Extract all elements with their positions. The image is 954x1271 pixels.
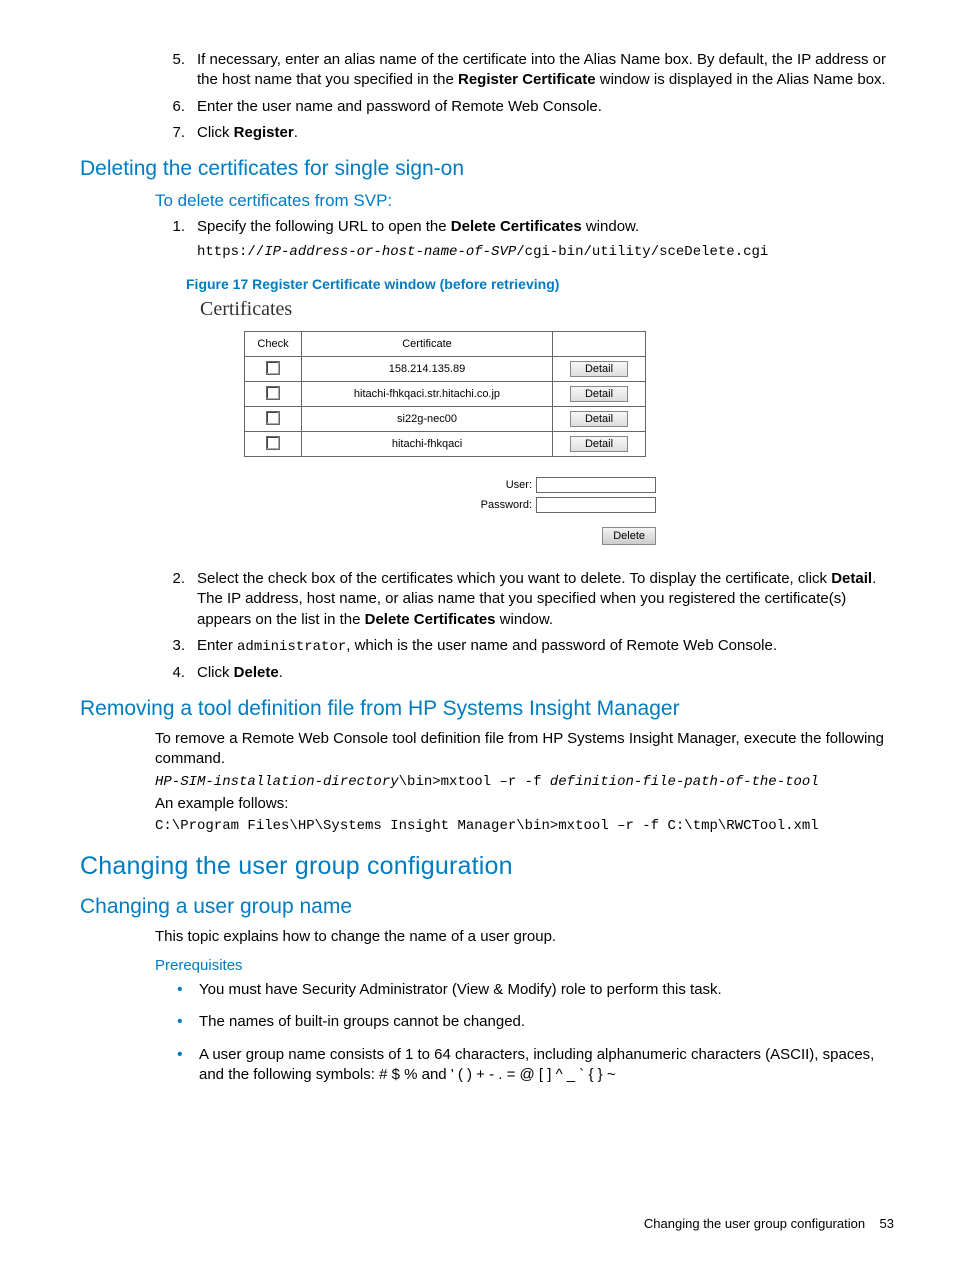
document-page: 5. If necessary, enter an alias name of … bbox=[0, 0, 954, 1271]
list-item: • The names of built-in groups cannot be… bbox=[177, 1012, 894, 1032]
list-item: • A user group name consists of 1 to 64 … bbox=[177, 1045, 894, 1086]
list-number: 4. bbox=[155, 663, 197, 683]
certificates-table: Check Certificate 158.214.135.89 Detail … bbox=[244, 331, 646, 457]
page-number: 53 bbox=[880, 1216, 894, 1231]
delete-button-row: Delete bbox=[244, 527, 656, 545]
detail-button[interactable]: Detail bbox=[570, 436, 628, 452]
bullet-text: A user group name consists of 1 to 64 ch… bbox=[199, 1045, 894, 1086]
removing-intro: To remove a Remote Web Console tool defi… bbox=[155, 729, 894, 770]
cert-cell: hitachi-fhkqaci bbox=[302, 432, 553, 457]
list-item: 1. Specify the following URL to open the… bbox=[155, 217, 894, 262]
bullet-text: You must have Security Administrator (Vi… bbox=[199, 980, 722, 1000]
detail-button[interactable]: Detail bbox=[570, 386, 628, 402]
subheading-delete-from-svp: To delete certificates from SVP: bbox=[155, 191, 894, 211]
detail-button[interactable]: Detail bbox=[570, 411, 628, 427]
header-certificate: Certificate bbox=[302, 332, 553, 357]
prerequisites-list: • You must have Security Administrator (… bbox=[177, 980, 894, 1085]
bullet-icon: • bbox=[177, 980, 199, 1000]
cert-cell: 158.214.135.89 bbox=[302, 357, 553, 382]
bullet-text: The names of built-in groups cannot be c… bbox=[199, 1012, 525, 1032]
mono-text: administrator bbox=[237, 639, 346, 655]
password-label: Password: bbox=[481, 499, 532, 511]
heading-removing-tool: Removing a tool definition file from HP … bbox=[80, 697, 894, 721]
header-detail bbox=[553, 332, 646, 357]
bullet-icon: • bbox=[177, 1045, 199, 1086]
list-body: Enter administrator, which is the user n… bbox=[197, 636, 894, 657]
example-command: C:\Program Files\HP\Systems Insight Mana… bbox=[155, 818, 894, 834]
checkbox[interactable] bbox=[266, 386, 280, 400]
detail-button[interactable]: Detail bbox=[570, 361, 628, 377]
checkbox[interactable] bbox=[266, 411, 280, 425]
bold-text: Delete Certificates bbox=[365, 611, 496, 628]
list-body: Enter the user name and password of Remo… bbox=[197, 97, 894, 117]
command-template: HP-SIM-installation-directory\bin>mxtool… bbox=[155, 774, 894, 790]
list-body: If necessary, enter an alias name of the… bbox=[197, 50, 894, 91]
bold-text: Detail bbox=[831, 570, 872, 587]
user-input[interactable] bbox=[536, 477, 656, 493]
page-footer: Changing the user group configuration 53 bbox=[644, 1216, 894, 1231]
password-row: Password: bbox=[244, 497, 656, 513]
heading-changing-name: Changing a user group name bbox=[80, 895, 894, 919]
table-header-row: Check Certificate bbox=[245, 332, 646, 357]
text: Click bbox=[197, 664, 234, 681]
user-row: User: bbox=[244, 477, 656, 493]
password-input[interactable] bbox=[536, 497, 656, 513]
list-number: 6. bbox=[155, 97, 197, 117]
list-number: 7. bbox=[155, 123, 197, 143]
list-item: 6. Enter the user name and password of R… bbox=[155, 97, 894, 117]
list-item: 4.Click Delete. bbox=[155, 663, 894, 683]
table-row: 158.214.135.89 Detail bbox=[245, 357, 646, 382]
top-ordered-list: 5. If necessary, enter an alias name of … bbox=[155, 50, 894, 143]
list-body: Click Delete. bbox=[197, 663, 894, 683]
heading-changing-config: Changing the user group configuration bbox=[80, 852, 894, 881]
heading-deleting-certificates: Deleting the certificates for single sig… bbox=[80, 157, 894, 181]
certificates-title: Certificates bbox=[200, 298, 894, 321]
user-label: User: bbox=[506, 479, 532, 491]
list-number: 2. bbox=[155, 569, 197, 630]
text: window. bbox=[496, 611, 554, 628]
certificates-window: Certificates Check Certificate 158.214.1… bbox=[200, 298, 894, 545]
text: Enter bbox=[197, 637, 237, 654]
list-item: 3.Enter administrator, which is the user… bbox=[155, 636, 894, 657]
checkbox[interactable] bbox=[266, 361, 280, 375]
list-body: Specify the following URL to open the De… bbox=[197, 217, 894, 262]
figure-caption: Figure 17 Register Certificate window (b… bbox=[186, 276, 894, 292]
list-item: 5. If necessary, enter an alias name of … bbox=[155, 50, 894, 91]
list-number: 1. bbox=[155, 217, 197, 262]
bullet-icon: • bbox=[177, 1012, 199, 1032]
list-item: 7. Click Register. bbox=[155, 123, 894, 143]
list-number: 5. bbox=[155, 50, 197, 91]
changing-intro: This topic explains how to change the na… bbox=[155, 927, 894, 947]
text: , which is the user name and password of… bbox=[346, 637, 777, 654]
text: . bbox=[279, 664, 283, 681]
cert-cell: hitachi-fhkqaci.str.hitachi.co.jp bbox=[302, 382, 553, 407]
prerequisites-heading: Prerequisites bbox=[155, 957, 894, 974]
example-label: An example follows: bbox=[155, 794, 894, 814]
list-body: Select the check box of the certificates… bbox=[197, 569, 894, 630]
delete-steps-list: 1. Specify the following URL to open the… bbox=[155, 217, 894, 262]
list-item: • You must have Security Administrator (… bbox=[177, 980, 894, 1000]
list-item: 2.Select the check box of the certificat… bbox=[155, 569, 894, 630]
text: Select the check box of the certificates… bbox=[197, 570, 831, 587]
checkbox[interactable] bbox=[266, 436, 280, 450]
url-line: https://IP-address-or-host-name-of-SVP/c… bbox=[197, 241, 894, 262]
table-row: hitachi-fhkqaci.str.hitachi.co.jp Detail bbox=[245, 382, 646, 407]
list-number: 3. bbox=[155, 636, 197, 657]
delete-steps-after: 2.Select the check box of the certificat… bbox=[155, 569, 894, 683]
list-body: Click Register. bbox=[197, 123, 894, 143]
table-row: hitachi-fhkqaci Detail bbox=[245, 432, 646, 457]
bold-text: Delete bbox=[234, 664, 279, 681]
header-check: Check bbox=[245, 332, 302, 357]
delete-button[interactable]: Delete bbox=[602, 527, 656, 545]
login-form: User: Password: Delete bbox=[244, 477, 894, 545]
table-row: si22g-nec00 Detail bbox=[245, 407, 646, 432]
footer-text: Changing the user group configuration bbox=[644, 1216, 865, 1231]
cert-cell: si22g-nec00 bbox=[302, 407, 553, 432]
